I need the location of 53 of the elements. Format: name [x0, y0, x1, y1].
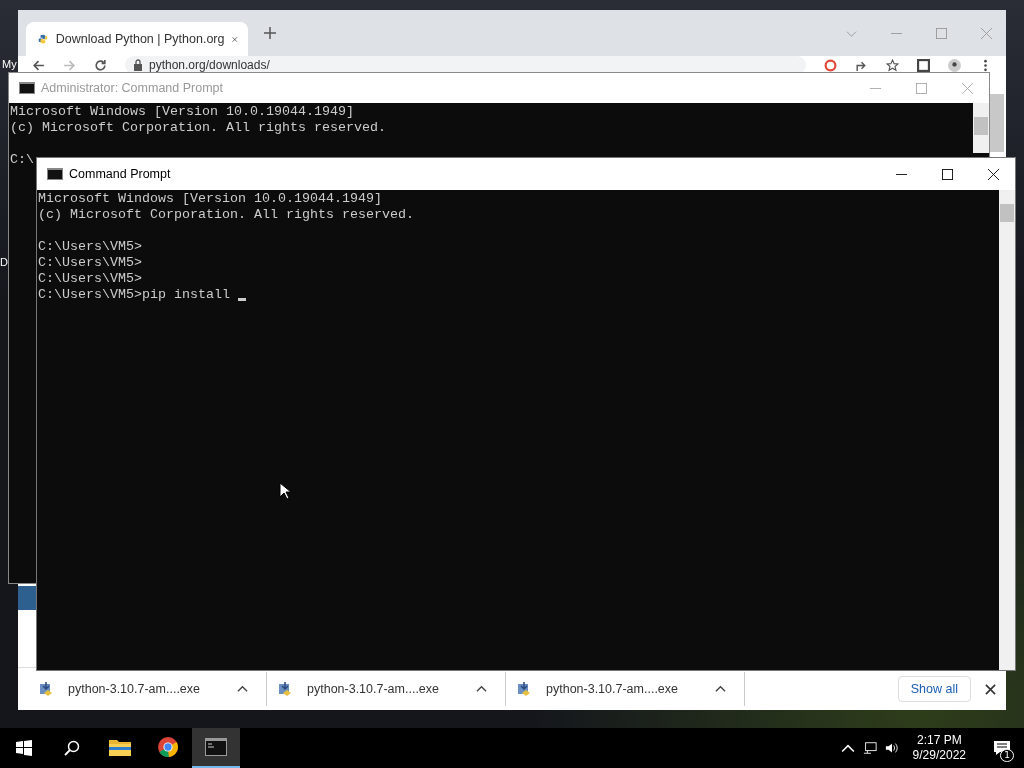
- console-line: (c) Microsoft Corporation. All rights reserved.: [10, 120, 387, 136]
- console-line: (c) Microsoft Corporation. All rights reserved.: [38, 207, 415, 223]
- console-line: Microsoft Windows [Version 10.0.19044.1949]: [38, 191, 383, 207]
- maximize-icon[interactable]: [942, 168, 953, 180]
- window-title: Command Prompt: [69, 167, 171, 181]
- folder-icon: [109, 737, 131, 757]
- back-icon[interactable]: [32, 58, 45, 72]
- close-icon[interactable]: [988, 168, 999, 180]
- console-line: C:\Users\VM5>: [38, 255, 142, 271]
- close-icon[interactable]: [985, 683, 996, 695]
- taskbar-app[interactable]: [192, 728, 240, 768]
- browser-tab[interactable]: Download Python | Python.org: [26, 22, 248, 56]
- text-cursor: [237, 298, 246, 301]
- lock-icon: [133, 59, 143, 71]
- window-title: Administrator: Command Prompt: [41, 81, 223, 95]
- console-line: C:\Users\VM5>: [38, 271, 142, 287]
- network-icon[interactable]: [862, 741, 877, 755]
- caret-icon[interactable]: [476, 683, 487, 695]
- terminal-icon: [205, 737, 227, 757]
- terminal-icon: [19, 82, 35, 94]
- desktop-icon-label[interactable]: My: [2, 58, 17, 70]
- console-line: C:\Users\VM5>pip install: [38, 287, 231, 303]
- window-icon[interactable]: [917, 58, 930, 72]
- installer-icon: [516, 681, 532, 697]
- download-item[interactable]: python-3.10.7-am....exe: [512, 672, 745, 706]
- profile-icon[interactable]: [948, 58, 961, 72]
- reload-icon[interactable]: [94, 58, 107, 72]
- clock-time[interactable]: 2:17 PM: [916, 733, 962, 748]
- download-item[interactable]: python-3.10.7-am....exe: [273, 672, 506, 706]
- console-line: Microsoft Windows [Version 10.0.19044.1949]: [10, 104, 355, 120]
- terminal-icon: [47, 168, 63, 180]
- installer-icon: [277, 681, 293, 697]
- volume-icon[interactable]: [884, 741, 899, 755]
- windows-logo-icon[interactable]: [16, 740, 32, 756]
- chrome-icon: [157, 737, 179, 757]
- desktop-icon-label[interactable]: D: [0, 256, 8, 268]
- console-line: C:\: [10, 152, 35, 168]
- new-tab-icon[interactable]: [264, 27, 276, 39]
- caret-icon[interactable]: [237, 683, 248, 695]
- mouse-pointer-icon: [279, 482, 291, 500]
- download-item[interactable]: python-3.10.7-am....exe: [34, 672, 267, 706]
- scrollbar[interactable]: [999, 190, 1015, 670]
- show-all-button[interactable]: Show all: [897, 676, 971, 702]
- installer-icon: [38, 681, 54, 697]
- caret-icon[interactable]: [715, 683, 726, 695]
- scrollbar[interactable]: [990, 94, 1004, 152]
- console-line: C:\Users\VM5>: [38, 239, 142, 255]
- notification-badge: 1: [1000, 749, 1014, 762]
- search-icon[interactable]: [64, 740, 80, 756]
- scrollbar[interactable]: [973, 103, 989, 153]
- google-icon[interactable]: [824, 58, 837, 72]
- star-icon[interactable]: [886, 58, 899, 72]
- clock-date[interactable]: 9/29/2022: [912, 748, 966, 763]
